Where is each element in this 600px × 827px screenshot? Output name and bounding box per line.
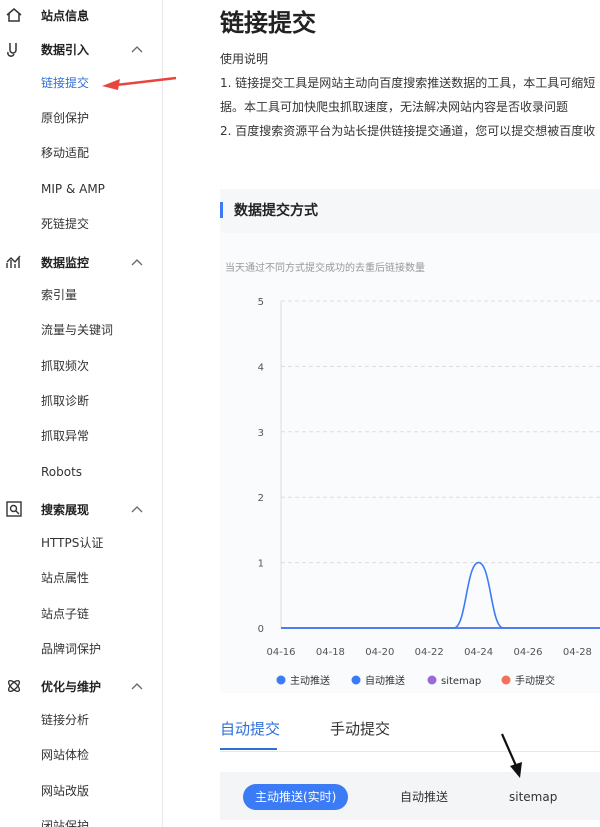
x-tick-label: 04-22 (415, 647, 444, 658)
sidebar-item-crawl-frequency[interactable]: 抓取频次 (41, 356, 89, 376)
line-chart: 0 1 2 3 4 5 04-16 04-18 04-20 04-22 04-24 04-26 04-2… (258, 297, 600, 687)
data-import-icon (7, 43, 17, 57)
chevron-up-icon[interactable] (131, 45, 143, 53)
sidebar-section-data-import[interactable]: 数据引入 (0, 35, 163, 63)
x-tick-label: 04-26 (513, 647, 542, 658)
sidebar-item-https[interactable]: HTTPS认证 (41, 533, 103, 553)
sidebar-item-crawl-diagnose[interactable]: 抓取诊断 (41, 391, 89, 411)
sidebar-section-label: 数据引入 (41, 42, 90, 57)
legend-marker (501, 675, 511, 685)
home-icon (6, 8, 22, 22)
x-tick-label: 04-20 (365, 647, 394, 658)
legend-label: 手动提交 (515, 674, 555, 687)
sidebar: 站点信息 数据引入 链接提交 原创保护 移动适配 MIP & AMP 死链提交 … (0, 0, 177, 827)
chevron-up-icon[interactable] (131, 505, 143, 513)
series-line (281, 561, 600, 629)
legend-marker (427, 675, 437, 685)
legend-label: sitemap (441, 676, 481, 687)
tab-auto-submit[interactable]: 自动提交 (220, 718, 280, 739)
search-display-icon (6, 501, 22, 517)
y-tick-label: 1 (258, 559, 264, 570)
x-tick-label: 04-28 (563, 647, 592, 658)
sidebar-item-site-close[interactable]: 闭站保护 (41, 816, 89, 827)
sidebar-section-optimize[interactable]: 优化与维护 (0, 672, 163, 700)
sidebar-item-crawl-error[interactable]: 抓取异常 (41, 426, 89, 446)
sidebar-item-sitelinks[interactable]: 站点子链 (41, 604, 89, 624)
sidebar-section-search-display[interactable]: 搜索展现 (0, 495, 163, 523)
sidebar-item-site-attribute[interactable]: 站点属性 (41, 568, 89, 588)
legend-marker (351, 675, 361, 685)
sub-tab-active-push[interactable]: 主动推送(实时) (243, 784, 349, 810)
submit-tabs: 自动提交 手动提交 (220, 714, 600, 752)
y-tick-label: 5 (258, 297, 264, 308)
y-tick-label: 2 (258, 493, 264, 504)
sidebar-item-original-protect[interactable]: 原创保护 (41, 108, 89, 128)
y-tick-label: 0 (258, 624, 264, 635)
sidebar-section-label: 优化与维护 (41, 679, 102, 694)
legend-label: 自动推送 (365, 674, 405, 687)
main-content: 链接提交 使用说明 1. 链接提交工具是网站主动向百度搜索推送数据的工具，本工具… (163, 0, 600, 827)
monitor-icon (6, 255, 21, 268)
sidebar-item-mobile-adapt[interactable]: 移动适配 (41, 143, 89, 163)
y-tick-label: 4 (258, 362, 264, 373)
sidebar-section-label: 搜索展现 (41, 502, 90, 517)
legend-label: 主动推送 (290, 674, 330, 687)
x-tick-label: 04-24 (464, 647, 493, 658)
sidebar-item-mip-amp[interactable]: MIP & AMP (41, 179, 105, 199)
sidebar-item-link-analysis[interactable]: 链接分析 (41, 710, 89, 730)
sidebar-item-index[interactable]: 索引量 (41, 285, 77, 305)
x-tick-label: 04-16 (266, 647, 295, 658)
chevron-up-icon[interactable] (131, 258, 143, 266)
sidebar-section-data-monitor[interactable]: 数据监控 (0, 248, 163, 276)
sidebar-item-robots[interactable]: Robots (41, 462, 82, 482)
y-tick-label: 3 (258, 428, 264, 439)
sidebar-item-link-submit[interactable]: 链接提交 (41, 73, 89, 93)
optimize-icon (7, 679, 21, 693)
tab-manual-submit[interactable]: 手动提交 (330, 718, 390, 739)
sub-tab-bar: 主动推送(实时) 自动推送 sitemap (220, 772, 600, 820)
sub-tab-auto-push[interactable]: 自动推送 (388, 784, 460, 810)
sub-tab-sitemap[interactable]: sitemap (497, 784, 569, 810)
sidebar-item-site-check[interactable]: 网站体检 (41, 745, 89, 765)
black-annotation-arrow-icon (500, 733, 522, 778)
tab-active-underline (220, 748, 277, 750)
sidebar-item-traffic-keywords[interactable]: 流量与关键词 (41, 320, 113, 340)
sidebar-section-label: 数据监控 (41, 255, 90, 270)
sidebar-item-brand-protect[interactable]: 品牌词保护 (41, 639, 101, 659)
sidebar-item-site-revision[interactable]: 网站改版 (41, 781, 89, 801)
x-tick-label: 04-18 (316, 647, 345, 658)
legend-marker (276, 675, 286, 685)
chevron-up-icon[interactable] (131, 682, 143, 690)
sidebar-section-site-info[interactable]: 站点信息 (0, 1, 163, 29)
sidebar-item-dead-link[interactable]: 死链提交 (41, 214, 89, 234)
sidebar-section-label: 站点信息 (41, 8, 90, 23)
